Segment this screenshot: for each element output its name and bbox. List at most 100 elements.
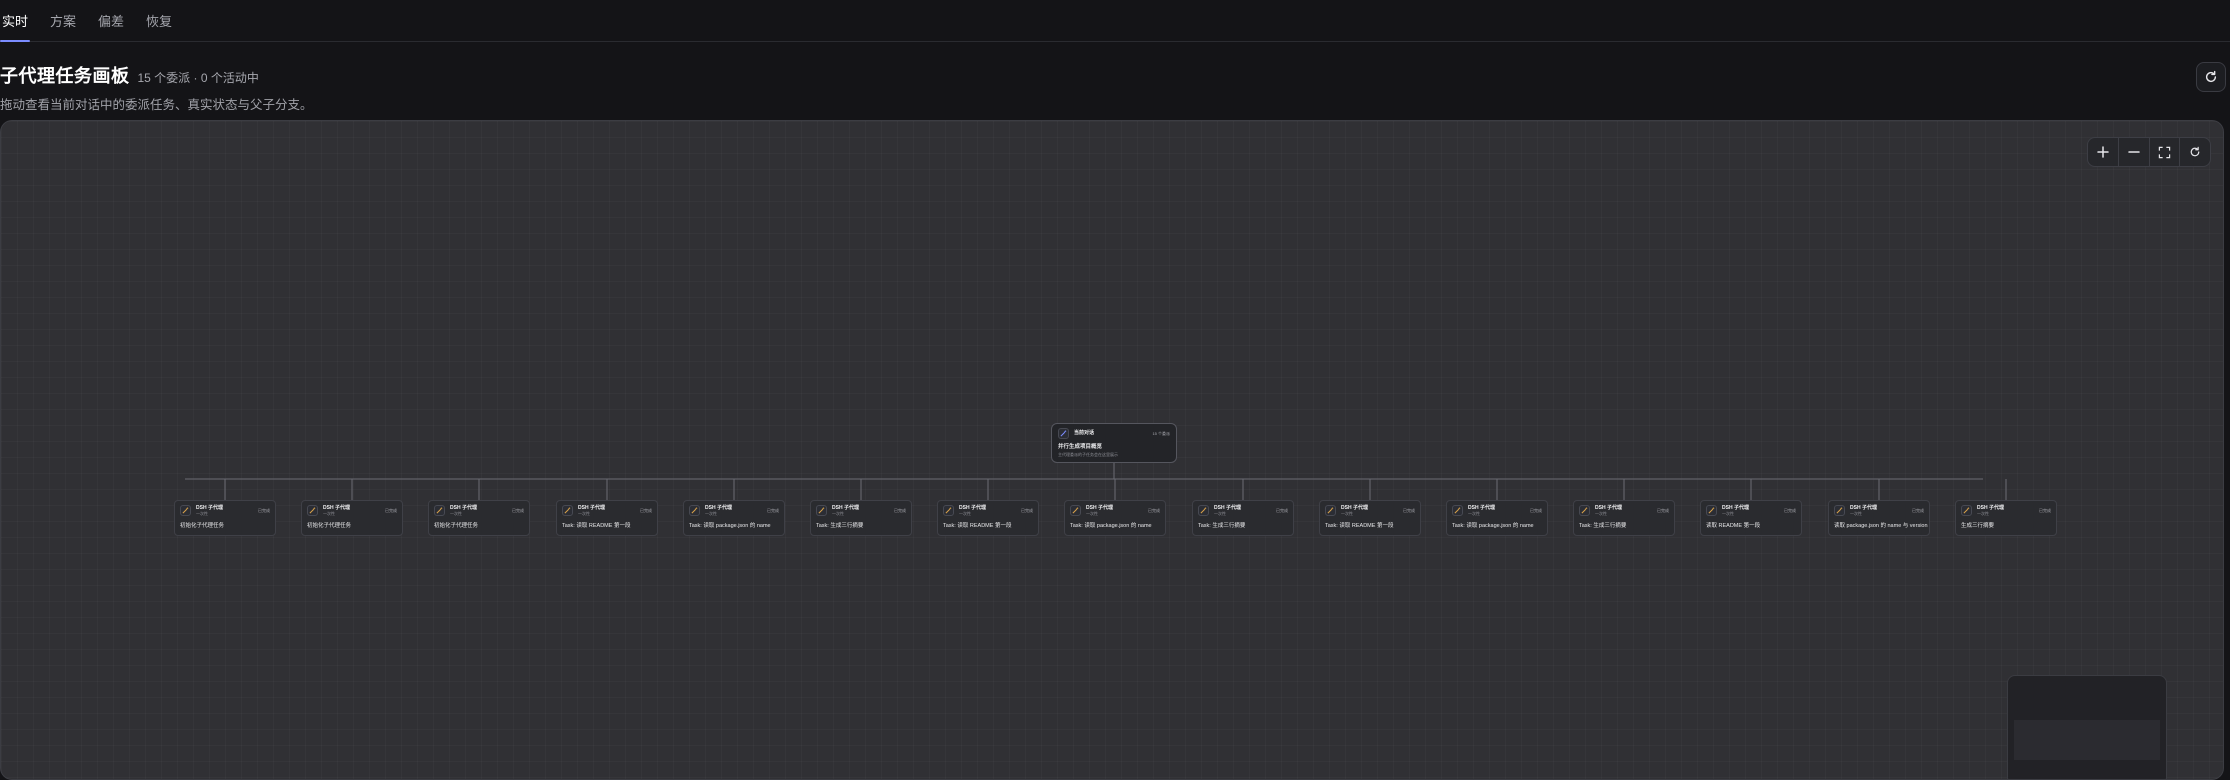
subagent-node[interactable]: DSH 子代理 一次性 已完成 Task: 读取 package.json 的 nam… bbox=[1446, 500, 1548, 536]
view-tabs: 实时 方案 偏差 恢复 bbox=[0, 0, 2230, 42]
delegation-stats: 15 个委派 · 0 个活动中 bbox=[137, 71, 259, 85]
status-badge: 已完成 bbox=[1784, 507, 1796, 513]
agent-icon bbox=[1961, 505, 1972, 516]
subagent-task: Task: 生成三行摘要 bbox=[1579, 523, 1627, 529]
subagent-mode: 一次性 bbox=[1595, 510, 1607, 516]
task-canvas[interactable]: 当前对话 15 个委派 并行生成项目概览 主代理委派的子任务会在这里展示 DSH… bbox=[0, 120, 2224, 780]
agent-icon bbox=[943, 505, 954, 516]
subagent-mode: 一次性 bbox=[705, 510, 717, 516]
zoom-out-button[interactable] bbox=[2119, 138, 2150, 166]
refresh-button[interactable] bbox=[2196, 62, 2226, 92]
subagent-label: DSH 子代理 bbox=[323, 504, 350, 511]
subagent-task: Task: 读取 README 第一段 bbox=[1325, 523, 1394, 529]
subagent-node[interactable]: DSH 子代理 一次性 已完成 Task: 读取 README 第一段 bbox=[937, 500, 1039, 536]
subagent-mode: 一次性 bbox=[1341, 510, 1353, 516]
subagent-mode: 一次性 bbox=[196, 510, 208, 516]
subagent-node[interactable]: DSH 子代理 一次性 已完成 Task: 生成三行摘要 bbox=[1573, 500, 1675, 536]
zoom-in-button[interactable] bbox=[2088, 138, 2119, 166]
subagent-label: DSH 子代理 bbox=[1341, 504, 1368, 511]
subagent-mode: 一次性 bbox=[1086, 510, 1098, 516]
subagent-label: DSH 子代理 bbox=[705, 504, 732, 511]
agent-icon bbox=[689, 505, 700, 516]
plus-icon bbox=[2097, 146, 2109, 158]
subagent-label: DSH 子代理 bbox=[1468, 504, 1495, 511]
root-node-name: 当前对话 bbox=[1074, 430, 1095, 436]
agent-icon bbox=[1198, 505, 1209, 516]
tab-recovery[interactable]: 恢复 bbox=[146, 0, 172, 41]
subagent-label: DSH 子代理 bbox=[1850, 504, 1877, 511]
subagent-task: Task: 读取 package.json 的 name bbox=[1452, 523, 1534, 529]
zoom-controls bbox=[2087, 137, 2211, 167]
subagent-node[interactable]: DSH 子代理 一次性 已完成 Task: 读取 package.json 的 nam… bbox=[683, 500, 785, 536]
subagent-label: DSH 子代理 bbox=[450, 504, 477, 511]
status-badge: 已完成 bbox=[1403, 507, 1415, 513]
subagent-node[interactable]: DSH 子代理 一次性 已完成 初始化子代理任务 bbox=[301, 500, 403, 536]
status-badge: 已完成 bbox=[640, 507, 652, 513]
subagent-mode: 一次性 bbox=[1214, 510, 1226, 516]
subagent-mode: 一次性 bbox=[323, 510, 335, 516]
subagent-mode: 一次性 bbox=[1850, 510, 1862, 516]
subagent-mode: 一次性 bbox=[1468, 510, 1480, 516]
status-badge: 已完成 bbox=[385, 507, 397, 513]
subagent-mode: 一次性 bbox=[832, 510, 844, 516]
subagent-label: DSH 子代理 bbox=[1977, 504, 2004, 511]
status-badge: 已完成 bbox=[1912, 507, 1924, 513]
subagent-mode: 一次性 bbox=[959, 510, 971, 516]
subagent-node[interactable]: DSH 子代理 一次性 已完成初始化子代理任务 bbox=[174, 500, 276, 536]
agent-icon bbox=[180, 505, 191, 516]
subagent-node[interactable]: DSH 子代理 一次性 已完成 Task: 读取 README 第一段 bbox=[556, 500, 658, 536]
subagent-label: DSH 子代理 bbox=[1214, 504, 1241, 511]
agent-icon bbox=[1579, 505, 1590, 516]
fit-view-button[interactable] bbox=[2150, 138, 2181, 166]
subagent-label: DSH 子代理 bbox=[1722, 504, 1749, 511]
subagent-label: DSH 子代理 bbox=[1086, 504, 1113, 511]
agent-icon bbox=[307, 505, 318, 516]
status-badge: 已完成 bbox=[1021, 507, 1033, 513]
subagent-task: Task: 读取 package.json 的 name bbox=[689, 523, 771, 529]
subagent-task: 初始化子代理任务 bbox=[180, 523, 225, 529]
subagent-label: DSH 子代理 bbox=[578, 504, 605, 511]
subagent-task: Task: 生成三行摘要 bbox=[816, 523, 864, 529]
tab-realtime[interactable]: 实时 bbox=[0, 0, 31, 42]
tab-deviation[interactable]: 偏差 bbox=[98, 0, 124, 41]
status-badge: 已完成 bbox=[1148, 507, 1160, 513]
agent-icon bbox=[1834, 505, 1845, 516]
subagent-node[interactable]: DSH 子代理 一次性 已完成 读取 README 第一段 bbox=[1700, 500, 1802, 536]
agent-icon bbox=[1706, 505, 1717, 516]
subagent-mode: 一次性 bbox=[1977, 510, 1989, 516]
fullscreen-icon bbox=[2158, 146, 2171, 158]
agent-icon bbox=[1058, 428, 1069, 439]
subagent-label: DSH 子代理 bbox=[832, 504, 859, 511]
page-header: 子代理任务画板 15 个委派 · 0 个活动中 拖动查看当前对话中的委派任务、真… bbox=[0, 62, 313, 113]
minimap-viewport[interactable] bbox=[2014, 720, 2160, 760]
page-subtitle: 拖动查看当前对话中的委派任务、真实状态与父子分支。 bbox=[0, 98, 313, 112]
subagent-node[interactable]: DSH 子代理 一次性 已完成 Task: 生成三行摘要 bbox=[810, 500, 912, 536]
root-node-badge: 15 个委派 bbox=[1152, 430, 1170, 436]
minimap[interactable] bbox=[2007, 675, 2167, 779]
root-node[interactable]: 当前对话 15 个委派 并行生成项目概览 主代理委派的子任务会在这里展示 bbox=[1051, 423, 1177, 463]
status-badge: 已完成 bbox=[1276, 507, 1288, 513]
status-badge: 已完成 bbox=[1530, 507, 1542, 513]
subagent-label: DSH 子代理 bbox=[959, 504, 986, 511]
reset-view-button[interactable] bbox=[2180, 138, 2210, 166]
tab-plan[interactable]: 方案 bbox=[50, 0, 76, 41]
subagent-node[interactable]: DSH 子代理 一次性 已完成 Task: 读取 README 第一段 bbox=[1319, 500, 1421, 536]
status-badge: 已完成 bbox=[258, 507, 270, 513]
subagent-node[interactable]: DSH 子代理 一次性 已完成 Task: 生成三行摘要 bbox=[1192, 500, 1294, 536]
status-badge: 已完成 bbox=[767, 507, 779, 513]
status-badge: 已完成 bbox=[1657, 507, 1669, 513]
status-badge: 已完成 bbox=[2039, 507, 2051, 513]
subagent-node[interactable]: DSH 子代理 一次性 已完成 Task: 读取 package.json 的 nam… bbox=[1064, 500, 1166, 536]
subagent-task: 生成三行摘要 bbox=[1961, 523, 1995, 529]
status-badge: 已完成 bbox=[894, 507, 906, 513]
subagent-node[interactable]: DSH 子代理 一次性 已完成读取 package.json 的 name 与 ve… bbox=[1828, 500, 1930, 536]
subagent-node[interactable]: DSH 子代理 一次性 已完成生成三行摘要 bbox=[1955, 500, 2057, 536]
subagent-task: 初始化子代理任务 bbox=[434, 523, 479, 529]
root-node-description: 主代理委派的子任务会在这里展示 bbox=[1058, 452, 1118, 457]
subagent-label: DSH 子代理 bbox=[196, 504, 223, 511]
subagent-label: DSH 子代理 bbox=[1595, 504, 1622, 511]
subagent-task: Task: 读取 package.json 的 name bbox=[1070, 523, 1152, 529]
subagent-node[interactable]: DSH 子代理 一次性 已完成 初始化子代理任务 bbox=[428, 500, 530, 536]
subagent-task: 读取 package.json 的 name 与 version bbox=[1834, 523, 1928, 529]
subagent-task: Task: 生成三行摘要 bbox=[1198, 523, 1246, 529]
